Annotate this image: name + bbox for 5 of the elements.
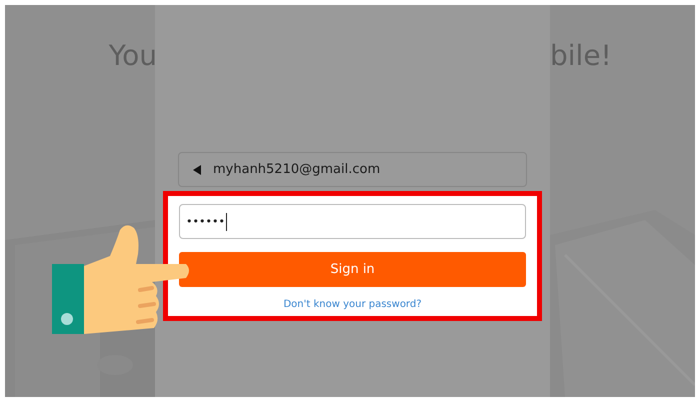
- sign-in-button[interactable]: Sign in: [179, 252, 526, 287]
- forgot-password-link[interactable]: Don't know your password?: [283, 299, 422, 310]
- password-field[interactable]: ••••••: [179, 204, 526, 239]
- back-arrow-icon[interactable]: [193, 164, 201, 174]
- email-field[interactable]: myhanh5210@gmail.com: [178, 152, 527, 187]
